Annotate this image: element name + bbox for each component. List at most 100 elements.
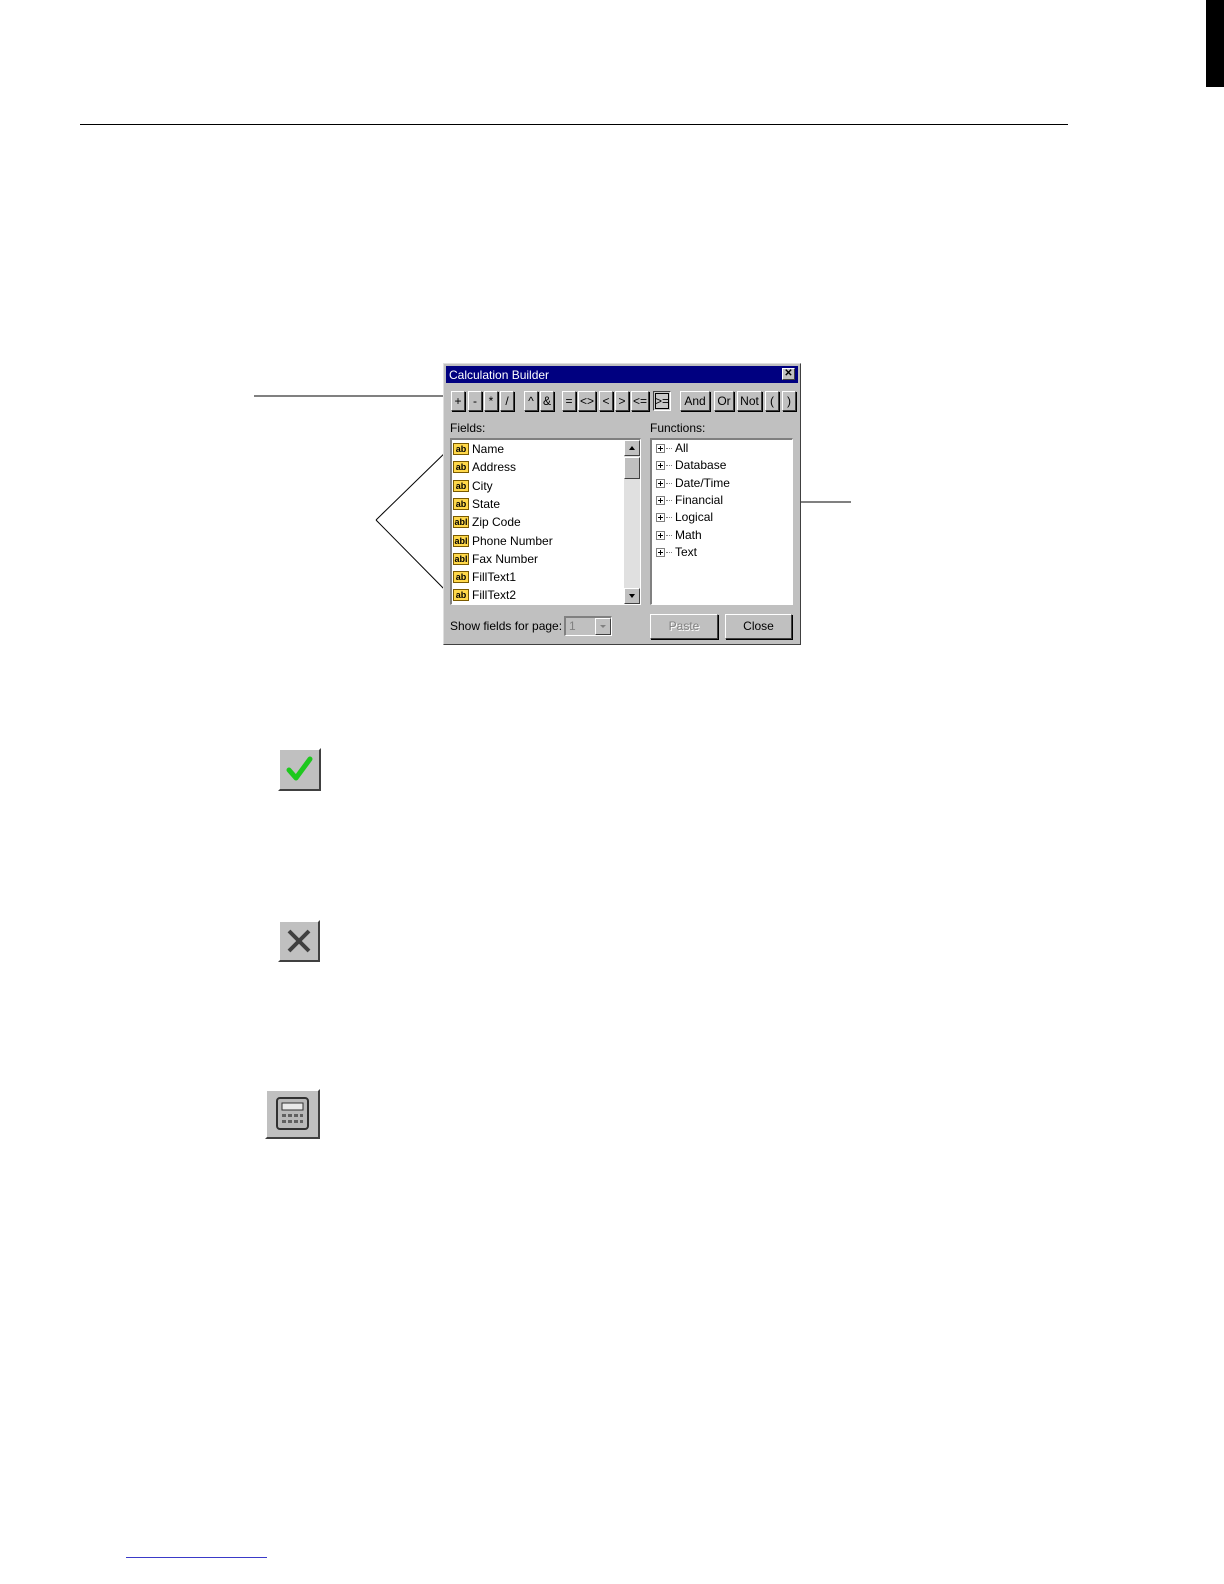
function-category[interactable]: Text: [656, 545, 786, 562]
text-field-icon: ab: [453, 497, 469, 510]
tree-connector: [666, 465, 672, 467]
show-fields-label: Show fields for page:: [450, 619, 563, 633]
function-category-label: Logical: [675, 510, 714, 525]
field-label: Fax Number: [472, 551, 539, 566]
paste-button[interactable]: Paste: [650, 614, 718, 639]
field-label: FillText1: [472, 570, 517, 585]
field-label: Name: [472, 442, 505, 456]
operator-or-button[interactable]: Or: [714, 391, 734, 411]
field-item[interactable]: ab City: [453, 478, 623, 495]
field-label: Phone Number: [472, 533, 553, 548]
expand-plus-icon[interactable]: [656, 530, 665, 540]
field-item[interactable]: ab State: [453, 496, 623, 513]
field-item[interactable]: abl Fax Number: [453, 551, 623, 568]
expand-plus-icon[interactable]: [656, 444, 665, 453]
function-category[interactable]: Database: [656, 458, 786, 475]
scroll-thumb[interactable]: [624, 457, 640, 479]
scroll-up-button[interactable]: [624, 440, 640, 456]
callout-lines: [254, 395, 851, 597]
text-field-icon: ab: [453, 589, 469, 602]
expand-plus-icon[interactable]: [656, 461, 665, 471]
tree-connector: [666, 448, 672, 449]
function-category[interactable]: Logical: [656, 510, 786, 527]
text-field-icon: abl: [453, 552, 469, 565]
functions-tree[interactable]: All Database Date/Time Financial Logical Math…: [650, 438, 793, 605]
chevron-down-icon[interactable]: [595, 618, 611, 635]
scroll-down-button[interactable]: [624, 588, 640, 604]
cancel-button[interactable]: [278, 920, 320, 962]
operator-plus-button[interactable]: +: [451, 391, 465, 411]
text-field-icon: abl: [453, 516, 469, 529]
dialog-title: Calculation Builder: [449, 368, 550, 382]
operator-concat-button[interactable]: &: [540, 391, 554, 411]
field-label: State: [472, 496, 501, 511]
expand-plus-icon[interactable]: [656, 547, 665, 557]
fields-label: Fields:: [450, 421, 486, 435]
top-rule: [80, 124, 1068, 125]
operator-greater-button[interactable]: >: [615, 391, 629, 411]
function-category[interactable]: All: [656, 441, 786, 458]
callout-line-fields-bottom: [375, 519, 452, 597]
operator-open-paren-button[interactable]: (: [765, 391, 779, 411]
page-select[interactable]: 1: [564, 616, 612, 636]
x-icon: [287, 929, 311, 953]
field-label: City: [472, 478, 493, 493]
field-item[interactable]: ab Name: [453, 441, 623, 458]
text-field-icon: ab: [453, 461, 469, 474]
tree-connector: [666, 482, 672, 484]
field-label: FillText2: [472, 588, 517, 603]
operator-not-equal-button[interactable]: <>: [578, 391, 596, 411]
field-label: Address: [472, 460, 517, 475]
function-category-label: Math: [675, 527, 702, 542]
close-icon[interactable]: ✕: [782, 368, 795, 380]
field-item[interactable]: ab FillText2: [453, 587, 623, 604]
tree-connector: [666, 499, 672, 501]
expand-plus-icon[interactable]: [656, 478, 665, 488]
operator-equal-button[interactable]: =: [562, 391, 576, 411]
calculation-builder-button[interactable]: [265, 1089, 320, 1139]
page-edge-tab: [1206, 0, 1224, 87]
page-select-value: 1: [569, 619, 576, 633]
operator-less-button[interactable]: <: [599, 391, 613, 411]
title-bar[interactable]: Calculation Builder ✕: [446, 366, 798, 383]
tree-connector: [666, 534, 672, 536]
tree-connector: [666, 551, 672, 553]
arrow-up-icon: [629, 446, 635, 450]
calculation-builder-dialog: Calculation Builder ✕ + - * / ^ & = <> < > <= >= And…: [443, 363, 801, 645]
field-item[interactable]: abl Phone Number: [453, 533, 623, 550]
fields-scrollbar[interactable]: [624, 440, 640, 604]
operator-divide-button[interactable]: /: [500, 391, 514, 411]
function-category-label: All: [675, 441, 689, 455]
function-category-label: Database: [675, 458, 727, 473]
fields-list[interactable]: ab Name ab Address ab City ab State abl Zip Code a…: [450, 438, 641, 605]
callout-line-fields-top: [375, 446, 452, 521]
text-field-icon: ab: [453, 479, 469, 492]
operator-minus-button[interactable]: -: [468, 391, 482, 411]
function-category[interactable]: Math: [656, 528, 786, 545]
operator-and-button[interactable]: And: [680, 391, 710, 411]
functions-label: Functions:: [650, 421, 706, 435]
field-item[interactable]: abl Zip Code: [453, 514, 623, 531]
function-category[interactable]: Financial: [656, 493, 786, 510]
tree-connector: [666, 517, 672, 519]
function-category-label: Financial: [675, 492, 724, 507]
expand-plus-icon[interactable]: [656, 513, 665, 523]
footer-link-underline: [126, 1557, 267, 1558]
field-item[interactable]: ab FillText1: [453, 569, 623, 586]
function-category-label: Date/Time: [675, 475, 730, 490]
field-item[interactable]: ab Address: [453, 459, 623, 476]
field-label: Zip Code: [472, 515, 521, 530]
operator-close-paren-button[interactable]: ): [782, 391, 796, 411]
ok-button[interactable]: [278, 748, 321, 791]
operator-not-button[interactable]: Not: [737, 391, 762, 411]
operator-less-equal-button[interactable]: <=: [631, 391, 649, 411]
operator-power-button[interactable]: ^: [524, 391, 538, 411]
function-category-label: Text: [675, 544, 698, 559]
function-category[interactable]: Date/Time: [656, 476, 786, 493]
expand-plus-icon[interactable]: [656, 495, 665, 505]
text-field-icon: ab: [453, 443, 469, 455]
operator-multiply-button[interactable]: *: [484, 391, 498, 411]
calculator-icon: [276, 1097, 309, 1130]
close-button[interactable]: Close: [725, 614, 792, 639]
operator-greater-equal-button[interactable]: >=: [653, 391, 671, 411]
